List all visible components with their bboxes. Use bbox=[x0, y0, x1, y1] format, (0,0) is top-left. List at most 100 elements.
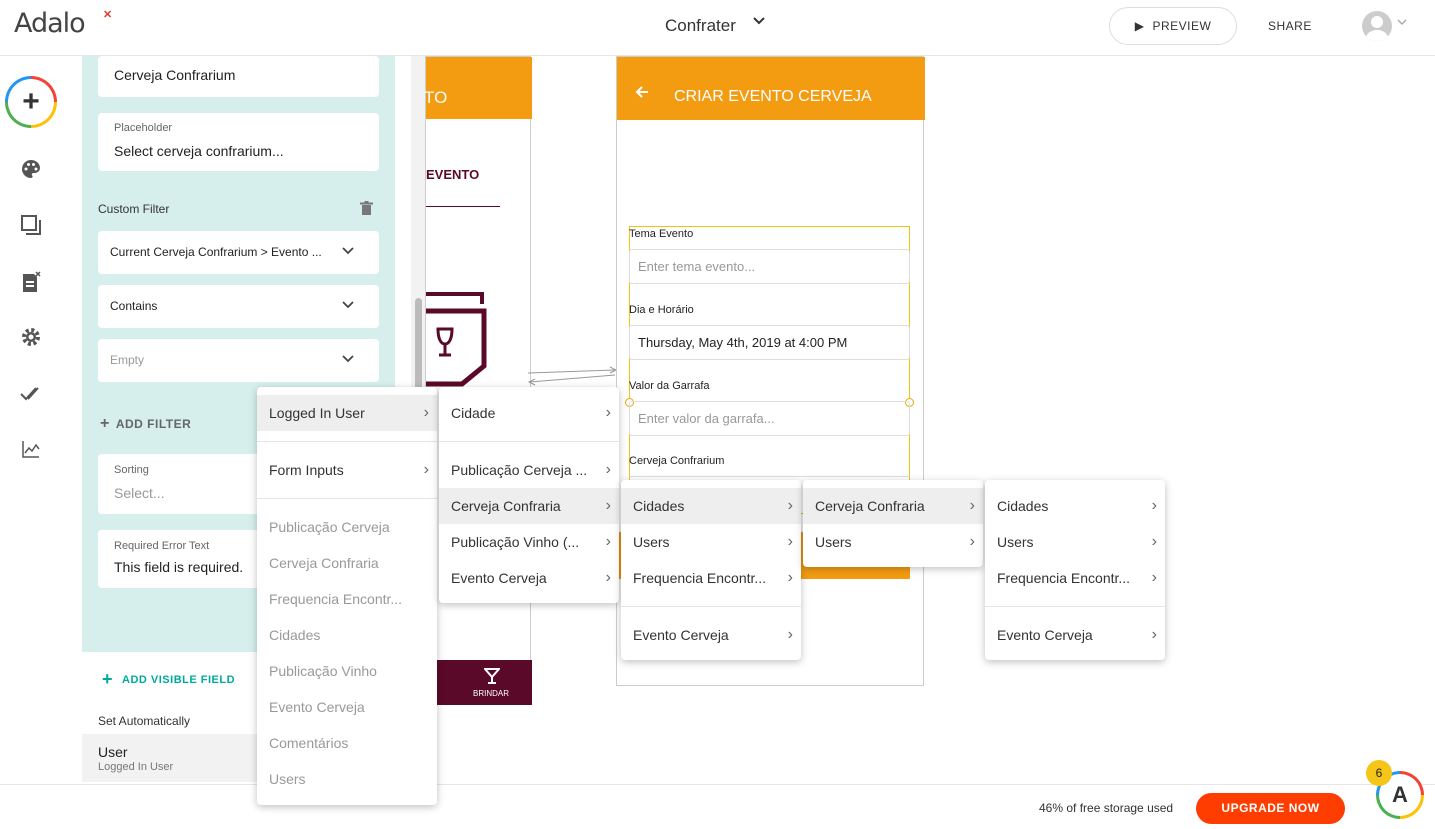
user-subtitle: Logged In User bbox=[98, 761, 174, 773]
menu-item-label: Cidade bbox=[451, 405, 496, 421]
dia-input[interactable]: Thursday, May 4th, 2019 at 4:00 PM bbox=[629, 325, 910, 360]
filter-operator-value: Contains bbox=[110, 299, 158, 313]
menu-item-disabled: Frequencia Encontr... bbox=[269, 591, 403, 607]
screen-title: TO bbox=[424, 88, 448, 107]
database-icon[interactable] bbox=[20, 271, 42, 293]
tema-input[interactable]: Enter tema evento... bbox=[629, 249, 910, 284]
menu-divider bbox=[439, 441, 619, 442]
chevron-right-icon: › bbox=[605, 461, 611, 478]
logo-sparkle-icon: ✕ bbox=[103, 9, 113, 21]
filter-value: Empty bbox=[110, 353, 145, 367]
menu-item[interactable]: Users › bbox=[985, 524, 1165, 560]
chevron-down-icon[interactable] bbox=[1396, 16, 1408, 31]
chevron-right-icon: › bbox=[605, 404, 611, 421]
screen-header: TO bbox=[424, 57, 532, 119]
analytics-icon[interactable] bbox=[20, 439, 42, 461]
publish-icon[interactable] bbox=[20, 383, 42, 405]
menu-item-label: Evento Cerveja bbox=[997, 627, 1093, 643]
menu-item[interactable]: Frequencia Encontr... › bbox=[621, 560, 801, 596]
add-icon: + bbox=[8, 79, 54, 125]
preview-button[interactable]: ▶ PREVIEW bbox=[1109, 7, 1237, 45]
menu-item-form-inputs[interactable]: Form Inputs › bbox=[257, 452, 437, 488]
menu-item-label: Cidades bbox=[997, 498, 1049, 514]
menu-item[interactable]: Cidades › bbox=[621, 488, 801, 524]
menu-item[interactable]: Users › bbox=[803, 524, 983, 560]
data-source-menu: Logged In User › Form Inputs › Publicação … bbox=[257, 387, 437, 805]
cerveja-input[interactable] bbox=[629, 476, 910, 477]
menu-item[interactable]: Cidade › bbox=[439, 395, 619, 431]
add-filter-button[interactable]: + ADD FILTER bbox=[100, 415, 191, 433]
add-filter-label: ADD FILTER bbox=[115, 417, 192, 431]
placeholder-field[interactable]: Placeholder Select cerveja confrarium... bbox=[98, 113, 379, 171]
tab-underline bbox=[426, 206, 500, 207]
menu-item-disabled: Users bbox=[269, 771, 306, 787]
menu-item[interactable]: Evento Cerveja › bbox=[439, 560, 619, 596]
chevron-right-icon: › bbox=[787, 533, 793, 550]
back-arrow-icon[interactable] bbox=[635, 85, 649, 104]
sorting-value: Select... bbox=[114, 485, 165, 501]
cerveja-confraria-submenu: Cidades › Users › Frequencia Encontr... › E… bbox=[621, 480, 801, 660]
filter-field-dropdown[interactable]: Current Cerveja Confrarium > Evento ... bbox=[98, 231, 379, 274]
filter-value-dropdown[interactable]: Empty bbox=[98, 339, 379, 382]
plus-icon: + bbox=[102, 669, 114, 689]
menu-item[interactable]: Cidades › bbox=[985, 488, 1165, 524]
share-button[interactable]: SHARE bbox=[1268, 19, 1312, 33]
chevron-down-icon bbox=[341, 352, 355, 369]
footer-bar: 46% of free storage used UPGRADE NOW bbox=[0, 784, 1435, 829]
menu-item[interactable]: Publicação Cerveja ... › bbox=[439, 452, 619, 488]
cocktail-icon[interactable] bbox=[482, 668, 502, 689]
label-field[interactable]: Cerveja Confrarium bbox=[98, 56, 379, 97]
set-auto-user-row[interactable]: User Logged In User bbox=[82, 734, 262, 782]
menu-item-label: Evento Cerveja bbox=[451, 570, 547, 586]
menu-item[interactable]: Publicação Vinho (... › bbox=[439, 524, 619, 560]
cerveja-label: Cerveja Confrarium bbox=[629, 455, 725, 467]
notification-badge[interactable]: 6 bbox=[1366, 760, 1392, 786]
menu-item-label: Cidades bbox=[633, 498, 685, 514]
menu-item-disabled: Publicação Cerveja bbox=[269, 519, 390, 535]
adalo-logo[interactable]: Adalo bbox=[14, 8, 86, 39]
tab-evento[interactable]: EVENTO bbox=[426, 167, 479, 182]
scroll-thumb[interactable] bbox=[415, 298, 422, 394]
play-icon: ▶ bbox=[1134, 19, 1145, 33]
menu-item-disabled: Evento Cerveja bbox=[269, 699, 365, 715]
screen-title: CRIAR EVENTO CERVEJA bbox=[674, 88, 872, 105]
chevron-down-icon[interactable] bbox=[752, 14, 766, 32]
chevron-right-icon: › bbox=[969, 533, 975, 550]
menu-item-logged-in-user[interactable]: Logged In User › bbox=[257, 395, 437, 431]
add-visible-field-button[interactable]: + ADD VISIBLE FIELD bbox=[102, 669, 235, 690]
add-component-button[interactable]: + bbox=[5, 76, 57, 128]
menu-item[interactable]: Evento Cerveja › bbox=[621, 617, 801, 653]
screen-evento[interactable]: TO EVENTO BRINDAR bbox=[424, 56, 532, 705]
chevron-right-icon: › bbox=[787, 626, 793, 643]
menu-item[interactable]: Cerveja Confraria › bbox=[439, 488, 619, 524]
menu-item-label: Form Inputs bbox=[269, 462, 344, 478]
placeholder-label: Placeholder bbox=[114, 122, 173, 134]
screens-icon[interactable] bbox=[20, 215, 42, 237]
menu-item[interactable]: Users › bbox=[621, 524, 801, 560]
bottom-nav: BRINDAR bbox=[426, 660, 532, 705]
custom-filter-label: Custom Filter bbox=[98, 202, 170, 216]
chevron-right-icon: › bbox=[605, 533, 611, 550]
menu-item-disabled: Publicação Vinho bbox=[269, 663, 377, 679]
app-name[interactable]: Confrater bbox=[665, 16, 736, 36]
menu-item-label: Frequencia Encontr... bbox=[633, 570, 767, 586]
menu-item[interactable]: Evento Cerveja › bbox=[985, 617, 1165, 653]
menu-divider bbox=[621, 606, 801, 607]
menu-item-label: Users bbox=[633, 534, 670, 550]
menu-item[interactable]: Cerveja Confraria › bbox=[803, 488, 983, 524]
screen-header: CRIAR EVENTO CERVEJA bbox=[617, 57, 925, 120]
settings-icon[interactable] bbox=[20, 327, 42, 349]
filter-operator-dropdown[interactable]: Contains bbox=[98, 285, 379, 328]
upgrade-now-button[interactable]: UPGRADE NOW bbox=[1196, 793, 1345, 824]
valor-input[interactable]: Enter valor da garrafa... bbox=[629, 401, 910, 436]
dia-label: Dia e Horário bbox=[629, 304, 694, 316]
menu-item[interactable]: Frequencia Encontr... › bbox=[985, 560, 1165, 596]
palette-icon[interactable] bbox=[20, 159, 42, 181]
menu-item-label: Logged In User bbox=[269, 405, 365, 421]
menu-divider bbox=[985, 606, 1165, 607]
trash-icon[interactable] bbox=[360, 201, 373, 221]
avatar[interactable] bbox=[1362, 11, 1392, 41]
chevron-right-icon: › bbox=[787, 497, 793, 514]
nav-brindar[interactable]: BRINDAR bbox=[473, 689, 509, 698]
cerveja-confraria-submenu-2: Cidades › Users › Frequencia Encontr... › E… bbox=[985, 480, 1165, 660]
